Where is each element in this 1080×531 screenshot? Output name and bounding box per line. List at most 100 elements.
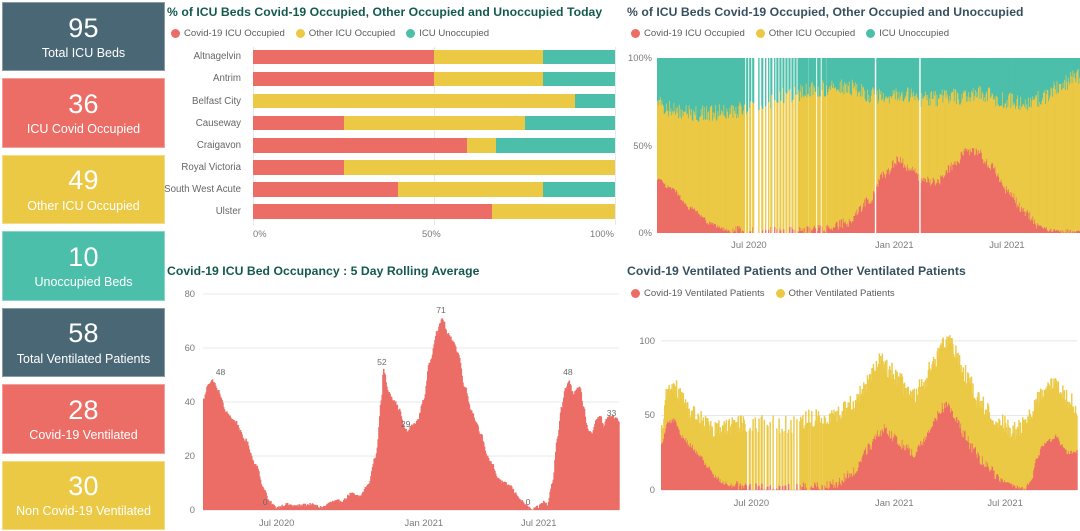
kpi-tile-non-covid-19-ventilated[interactable]: 30 Non Covid-19 Ventilated: [2, 460, 165, 530]
bar-segment-unoccupied[interactable]: [542, 182, 615, 197]
kpi-label: Unoccupied Beds: [34, 275, 133, 290]
bar-segment-other[interactable]: [491, 204, 615, 219]
kpi-tile-total-icu-beds[interactable]: 95 Total ICU Beds: [2, 2, 165, 72]
y-axis-tick: 100%: [628, 52, 652, 63]
legend-item[interactable]: Covid-19 ICU Occupied: [171, 28, 285, 39]
bar-segment-unoccupied[interactable]: [542, 49, 615, 65]
legend-item[interactable]: ICU Unoccupied: [406, 28, 489, 39]
legend-color-dot-icon: [171, 29, 180, 38]
legend-label: Other ICU Occupied: [308, 28, 396, 39]
x-axis-tick: Jan 2021: [874, 239, 914, 250]
bar-row[interactable]: South West Acute: [164, 180, 625, 200]
bar-track: [253, 182, 615, 197]
x-axis-tick: 50%: [422, 228, 441, 239]
data-point-label: 0: [262, 497, 268, 507]
panel-title-icu-beds-timeseries: % of ICU Beds Covid-19 Occupied, Other O…: [627, 5, 1024, 19]
kpi-value: 49: [68, 165, 99, 196]
y-axis-tick: 0%: [638, 227, 652, 238]
x-axis-tick: Jul 2021: [987, 497, 1023, 508]
bar-track: [253, 115, 615, 131]
data-point-label: 48: [563, 367, 573, 378]
legend-color-dot-icon: [631, 289, 640, 298]
legend-item[interactable]: Other ICU Occupied: [755, 28, 855, 39]
bar-segment-other[interactable]: [397, 182, 543, 197]
bar-row[interactable]: Causeway: [167, 113, 625, 133]
bar-category-label: Royal Victoria: [181, 161, 241, 173]
x-axis-tick: Jul 2021: [521, 517, 557, 528]
kpi-label: Other ICU Occupied: [27, 198, 140, 213]
icu-percent-area-chart: [625, 48, 1080, 248]
data-point-label: 48: [215, 367, 226, 378]
kpi-label: Total ICU Beds: [41, 45, 126, 60]
bar-segment-other[interactable]: [253, 93, 576, 109]
panel-title-covid-icu-occupancy: Covid-19 ICU Bed Occupancy : 5 Day Rolli…: [167, 264, 480, 278]
bar-segment-unoccupied[interactable]: [575, 93, 615, 109]
legend-label: Other Ventilated Patients: [788, 288, 895, 299]
bar-segment-other[interactable]: [434, 49, 543, 65]
bar-track: [253, 160, 615, 175]
bar-row[interactable]: Ulster: [167, 202, 625, 222]
bar-segment-covid[interactable]: [253, 182, 398, 197]
bar-category-label: South West Acute: [164, 183, 241, 195]
bar-segment-unoccupied[interactable]: [542, 71, 615, 87]
bar-segment-covid[interactable]: [253, 71, 434, 87]
bar-row[interactable]: Royal Victoria: [167, 157, 625, 177]
x-axis-tick: Jul 2020: [258, 517, 295, 528]
y-axis-tick: 50: [644, 409, 655, 421]
kpi-tile-unoccupied-beds[interactable]: 10 Unoccupied Beds: [2, 231, 165, 301]
x-axis-tick: Jul 2021: [989, 239, 1025, 250]
bar-segment-unoccupied[interactable]: [524, 115, 615, 131]
y-axis-tick: 0: [649, 484, 655, 495]
bar-segment-covid[interactable]: [253, 160, 344, 175]
bar-row[interactable]: Craigavon: [167, 135, 625, 155]
bar-segment-other[interactable]: [434, 71, 543, 87]
data-point-label: 33: [606, 407, 617, 418]
chart-canvas: [657, 58, 1080, 234]
x-axis-tick: 100%: [590, 228, 614, 239]
ventilated-patients-area-chart: [625, 308, 1080, 528]
x-axis-tick: Jul 2020: [733, 497, 770, 508]
x-axis-tick: Jan 2021: [404, 517, 444, 528]
bar-category-label: Antrim: [213, 73, 241, 85]
panel-icu-beds-today: % of ICU Beds Covid-19 Occupied, Other O…: [164, 0, 625, 258]
kpi-tile-column: 95 Total ICU Beds 36 ICU Covid Occupied 49 Ot…: [2, 2, 165, 530]
kpi-value: 28: [68, 394, 99, 425]
kpi-tile-other-icu-occupied[interactable]: 49 Other ICU Occupied: [2, 154, 165, 225]
legend-item[interactable]: Other Ventilated Patients: [775, 288, 895, 299]
bar-segment-other[interactable]: [343, 115, 525, 131]
panel-title-ventilated-patients: Covid-19 Ventilated Patients and Other V…: [627, 264, 966, 278]
bar-segment-covid[interactable]: [253, 115, 344, 131]
legend-label: ICU Unoccupied: [419, 28, 490, 39]
legend-color-dot-icon: [406, 29, 416, 38]
chart-canvas: [203, 293, 620, 511]
bar-segment-other[interactable]: [343, 160, 615, 175]
legend-color-dot-icon: [631, 29, 640, 38]
panel-icu-beds-timeseries: % of ICU Beds Covid-19 Occupied, Other O…: [625, 0, 1080, 258]
x-axis-tick: Jul 2020: [731, 239, 767, 250]
legend-ventilated-patients: Covid-19 Ventilated Patients Other Ventil…: [631, 288, 895, 299]
y-axis-tick: 60: [184, 342, 195, 353]
legend-item[interactable]: Covid-19 Ventilated Patients: [631, 288, 765, 299]
kpi-label: Non Covid-19 Ventilated: [16, 504, 151, 519]
bar-segment-covid[interactable]: [253, 204, 492, 219]
x-axis-tick: 0%: [253, 228, 267, 239]
kpi-tile-total-ventilated-patients[interactable]: 58 Total Ventilated Patients: [2, 307, 165, 378]
data-point-label: 0: [525, 497, 531, 507]
kpi-label: ICU Covid Occupied: [26, 122, 141, 137]
legend-item[interactable]: Other ICU Occupied: [295, 28, 396, 39]
kpi-label: Covid-19 Ventilated: [29, 427, 138, 442]
bar-segment-covid[interactable]: [253, 137, 467, 153]
bar-row[interactable]: Belfast City: [167, 91, 625, 111]
legend-color-dot-icon: [755, 29, 765, 38]
kpi-tile-covid-19-ventilated[interactable]: 28 Covid-19 Ventilated: [2, 384, 165, 454]
bar-row[interactable]: Antrim: [167, 69, 625, 89]
bar-segment-unoccupied[interactable]: [495, 137, 615, 153]
bar-segment-other[interactable]: [466, 137, 496, 153]
bar-segment-covid[interactable]: [253, 49, 434, 65]
bar-track: [253, 71, 615, 87]
kpi-tile-icu-covid-occupied[interactable]: 36 ICU Covid Occupied: [2, 78, 165, 148]
legend-item[interactable]: Covid-19 ICU Occupied: [631, 28, 745, 39]
legend-item[interactable]: ICU Unoccupied: [866, 28, 949, 39]
bar-row[interactable]: Altnagelvin: [167, 47, 625, 67]
bar-category-label: Causeway: [195, 117, 241, 129]
